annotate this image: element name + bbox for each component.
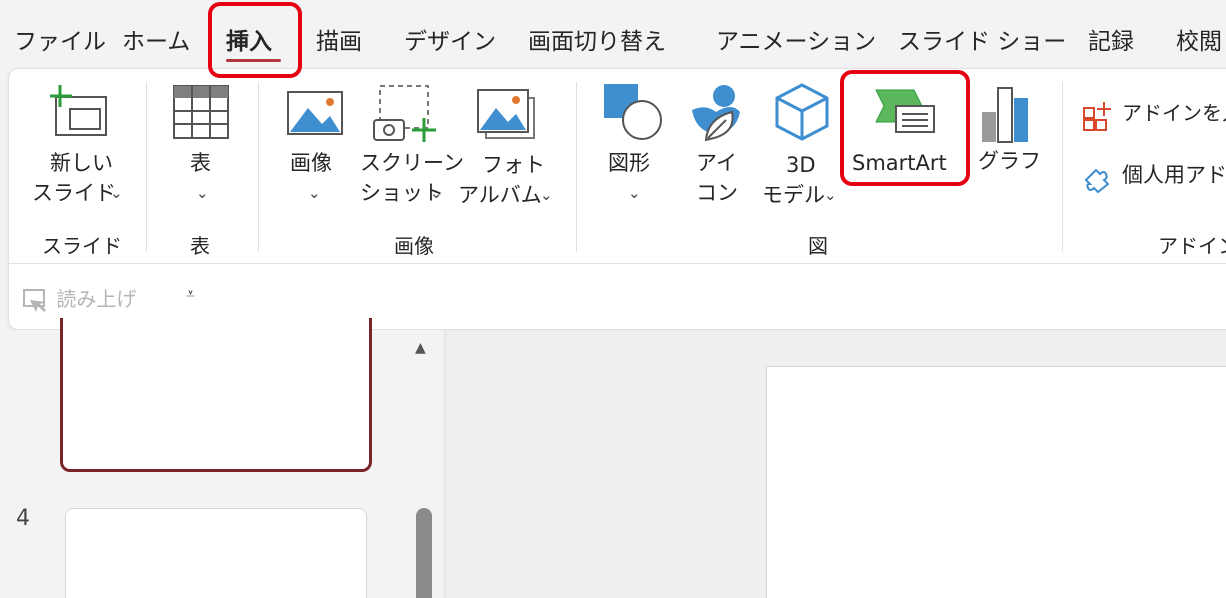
table-icon [173, 85, 229, 139]
photo-album-icon [477, 89, 535, 139]
shapes-icon [604, 84, 662, 140]
group-label-addins: アドイン [1158, 234, 1226, 258]
cube-icon [775, 83, 829, 141]
chevron-down-icon: ⌄ [824, 186, 837, 204]
group-separator [146, 82, 147, 252]
icons-button[interactable]: アイ コン [682, 80, 748, 220]
scrollbar-thumb[interactable] [416, 508, 432, 598]
chevron-down-icon: ⌄ [110, 184, 123, 202]
ribbon-tabs: ファイル ホーム 挿入 描画 デザイン 画面切り替え アニメーション スライド … [0, 0, 1226, 70]
group-label-slides: スライド [42, 234, 122, 258]
tab-draw[interactable]: 描画 [316, 22, 362, 56]
tab-transitions[interactable]: 画面切り替え [528, 22, 666, 56]
image-label: 画像 [290, 151, 332, 175]
group-separator [576, 82, 577, 252]
personal-addins-label: 個人用アド [1122, 163, 1226, 187]
slide-thumbnail[interactable] [65, 508, 367, 598]
puzzle-icon [1084, 168, 1110, 194]
get-addins-button[interactable]: アドインを入 [1082, 98, 1226, 134]
table-button[interactable]: 表 ⌄ [166, 80, 242, 220]
ribbon-divider [8, 263, 1226, 264]
get-addins-label: アドインを入 [1122, 101, 1226, 125]
smartart-button[interactable]: SmartArt [846, 80, 966, 184]
icons-label-2: コン [696, 181, 738, 205]
read-aloud-button[interactable]: 読み上げ [22, 283, 136, 314]
group-separator [1062, 82, 1063, 252]
new-slide-icon [50, 85, 107, 136]
active-tab-indicator [226, 59, 281, 62]
read-aloud-icon [23, 288, 46, 312]
shapes-label: 図形 [608, 151, 650, 175]
image-button[interactable]: 画像 ⌄ [280, 80, 350, 220]
screenshot-icon [373, 85, 436, 142]
tab-file[interactable]: ファイル [14, 22, 106, 56]
chart-icon [982, 87, 1028, 143]
chart-button[interactable]: グラフ [974, 80, 1041, 184]
tab-record[interactable]: 記録 [1088, 22, 1134, 56]
3d-model-button[interactable]: 3D モデル ⌄ [760, 80, 844, 220]
shapes-button[interactable]: 図形 ⌄ [598, 80, 668, 220]
screenshot-label-1: スクリーン [360, 151, 464, 175]
group-label-illustrations: 図 [808, 234, 828, 258]
photo-album-button[interactable]: フォト アルバム ⌄ [456, 80, 562, 220]
image-icon [287, 91, 343, 135]
group-label-images: 画像 [394, 234, 434, 258]
group-separator [258, 82, 259, 252]
photo-album-label-1: フォト [482, 153, 545, 177]
tab-design[interactable]: デザイン [404, 22, 496, 56]
scroll-up-icon[interactable]: ▲ [415, 340, 426, 356]
tab-insert[interactable]: 挿入 [226, 22, 272, 56]
photo-album-label-2: アルバム [458, 183, 542, 207]
qat-customize-icon[interactable]: ⩡ [186, 284, 195, 304]
table-label: 表 [190, 151, 211, 175]
read-aloud-label: 読み上げ [56, 287, 137, 311]
smartart-icon [875, 89, 935, 133]
chevron-down-icon: ⌄ [196, 184, 209, 202]
chevron-down-icon: ⌄ [540, 186, 553, 204]
new-slide-label-1: 新しい [50, 151, 113, 175]
tab-animations[interactable]: アニメーション [716, 22, 876, 56]
chevron-down-icon: ⌄ [308, 184, 321, 202]
icons-icon [692, 85, 740, 142]
new-slide-label-2: スライド [32, 181, 116, 205]
chevron-down-icon: ⌄ [430, 184, 443, 202]
screenshot-button[interactable]: スクリーン ショット ⌄ [358, 80, 464, 220]
selected-slide-thumbnail[interactable] [60, 318, 372, 472]
tab-slideshow[interactable]: スライド ショー [898, 22, 1066, 56]
tab-home[interactable]: ホーム [122, 22, 190, 56]
slide-canvas[interactable] [766, 366, 1226, 598]
chevron-down-icon: ⌄ [628, 184, 641, 202]
slide-number: 4 [16, 506, 30, 531]
smartart-label: SmartArt [852, 151, 947, 175]
3d-model-label-1: 3D [786, 153, 816, 177]
tab-review[interactable]: 校閲 [1176, 22, 1222, 56]
3d-model-label-2: モデル [762, 183, 825, 207]
chart-label: グラフ [978, 149, 1041, 173]
personal-addins-button[interactable]: 個人用アド [1082, 160, 1226, 196]
icons-label-1: アイ [696, 151, 737, 175]
group-label-tables: 表 [190, 234, 210, 258]
addins-grid-icon [1083, 102, 1111, 131]
new-slide-button[interactable]: 新しい スライド ⌄ [30, 80, 140, 220]
